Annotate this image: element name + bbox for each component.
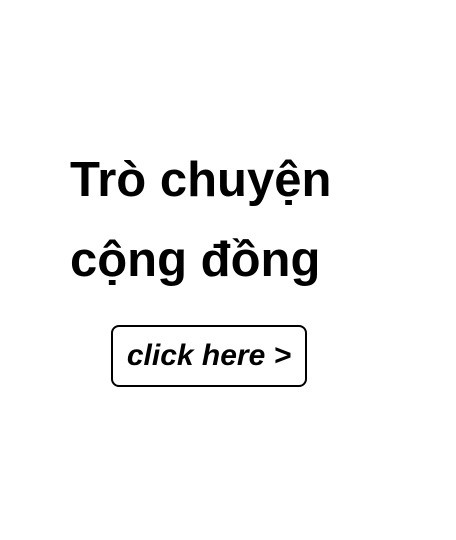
click-here-button[interactable]: click here > bbox=[111, 325, 307, 387]
click-here-label: click here > bbox=[126, 339, 292, 372]
page-headline: Trò chuyện cộng đồng bbox=[70, 140, 400, 300]
headline-line-2: cộng đồng bbox=[70, 233, 321, 287]
headline-line-1: Trò chuyện bbox=[70, 153, 332, 207]
